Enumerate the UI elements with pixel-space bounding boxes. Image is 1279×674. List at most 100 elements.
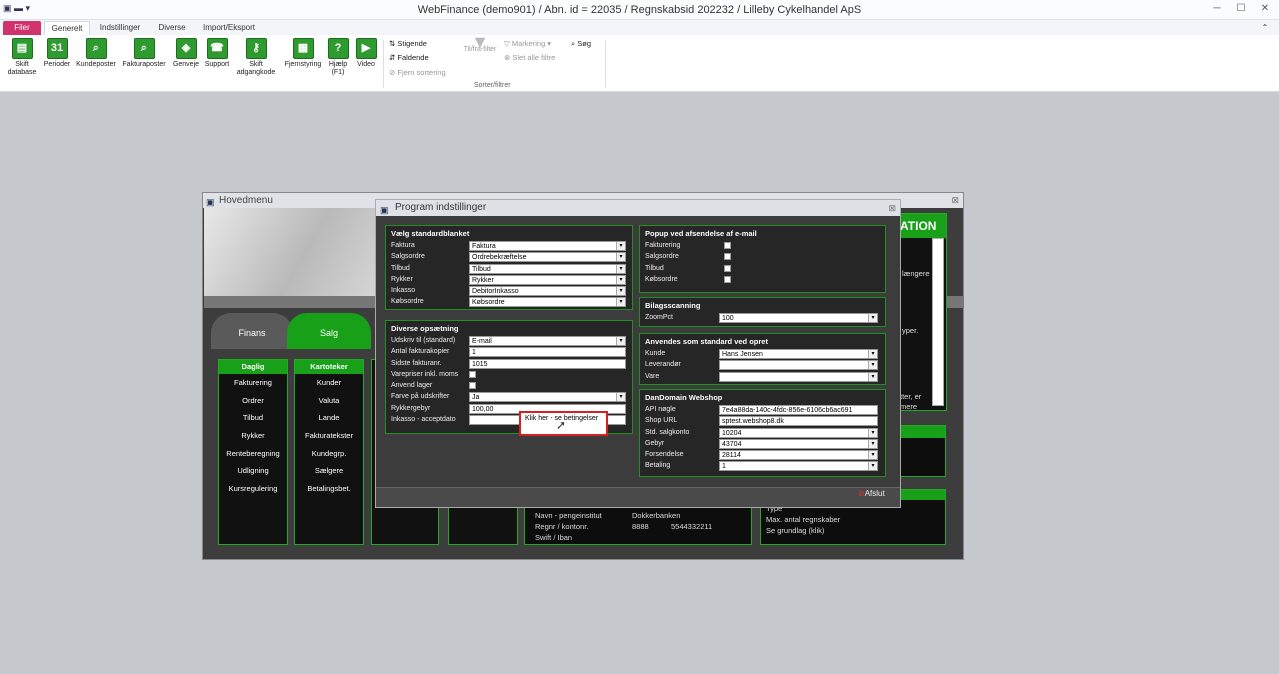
- invoice-search-icon: ⌕: [133, 38, 155, 59]
- dandomain-field[interactable]: 28114 ▾: [719, 450, 878, 461]
- field-label: Shop URL: [645, 417, 678, 425]
- dandomain-field[interactable]: 7e4a88da-140c-4fdc-856e-6106cb6ac691: [719, 405, 878, 415]
- field-label: Købsordre: [391, 298, 424, 306]
- ribbon-button-5[interactable]: ☎ Support: [201, 38, 233, 69]
- ribbon-button-6[interactable]: ⚷ Skift adgangkode: [232, 38, 280, 77]
- kopier-input[interactable]: 1: [469, 347, 626, 358]
- menu-item[interactable]: Tilbud: [219, 409, 287, 427]
- exit-icon: ⊘: [858, 489, 865, 498]
- menu-item[interactable]: Kundegrp.: [295, 445, 363, 463]
- tab-import-eksport[interactable]: Import/Eksport: [198, 21, 260, 35]
- clear-filters-button[interactable]: ⊗ Slet alle filtre: [504, 53, 555, 62]
- popup-group: Popup ved afsendelse af e-mail Faktureri…: [639, 225, 886, 293]
- field-label: Faktura: [391, 242, 415, 249]
- field-label: API nøgle: [645, 406, 676, 413]
- settings-dialog-titlebar: ▣ Program indstillinger ⊠: [376, 200, 900, 216]
- header-photo: [204, 208, 384, 296]
- blanket-select[interactable]: Købsordre ▾: [469, 297, 626, 308]
- sort-ascending-button[interactable]: ⇅ Stigende: [389, 39, 427, 48]
- tab-finans[interactable]: Finans: [211, 313, 293, 349]
- ribbon-button-3[interactable]: ⌕ Fakturaposter: [120, 38, 168, 69]
- menu-item[interactable]: Udligning: [219, 462, 287, 480]
- remote-icon: ▦: [292, 38, 314, 59]
- afslut-button[interactable]: ⊘Afslut: [858, 489, 885, 498]
- close-button[interactable]: ✕: [1254, 1, 1276, 17]
- blanket-select[interactable]: DebitorInkasso ▾: [469, 286, 626, 297]
- ribbon-button-2[interactable]: ⌕ Kundeposter: [74, 38, 118, 69]
- popup-checkbox[interactable]: [724, 275, 731, 283]
- leverandor-select[interactable]: ▾: [719, 360, 878, 371]
- blanket-select[interactable]: Rykker ▾: [469, 274, 626, 285]
- farve-select[interactable]: Ja ▾: [469, 392, 626, 403]
- dialog-close-icon[interactable]: ⊠: [888, 200, 896, 216]
- tab-salg[interactable]: Salg: [287, 313, 371, 349]
- calendar-icon: 31: [46, 38, 68, 59]
- field-label: Rykker: [391, 275, 413, 283]
- dandomain-field[interactable]: 1 ▾: [719, 461, 878, 472]
- vare-select[interactable]: ▾: [719, 371, 878, 382]
- ribbon-button-label: Fjernstyring: [284, 61, 322, 68]
- menu-item[interactable]: Valuta: [295, 392, 363, 410]
- tab-diverse[interactable]: Diverse: [152, 21, 192, 35]
- popup-checkbox[interactable]: [724, 253, 731, 261]
- tab-generelt[interactable]: Generelt: [44, 21, 90, 35]
- menu-item[interactable]: Fakturatekster: [295, 427, 363, 445]
- varepriser-checkbox[interactable]: [469, 370, 476, 378]
- menu-item[interactable]: Fakturering: [219, 374, 287, 392]
- toggle-filter-button[interactable]: ▼ Til/fra-filter: [458, 33, 502, 54]
- help-icon: ?: [327, 38, 349, 59]
- selection-button[interactable]: ▽ Markering ▾: [504, 39, 551, 48]
- field-label: Gebyr: [645, 439, 665, 447]
- remove-sort-button[interactable]: ⊘ Fjern sortering: [389, 68, 446, 77]
- phone-icon: ☎: [206, 38, 228, 59]
- info-scrollbar[interactable]: [932, 238, 944, 406]
- menu-item[interactable]: Kunder: [295, 374, 363, 392]
- hovedmenu-close-icon[interactable]: ⊠: [951, 193, 959, 208]
- tab-indstillinger[interactable]: Indstillinger: [95, 21, 145, 35]
- menu-item[interactable]: Lande: [295, 409, 363, 427]
- binoculars-icon: ⌕: [571, 39, 576, 48]
- dialog-icon: ▣: [380, 205, 389, 215]
- kunde-select[interactable]: Hans Jensen ▾: [719, 349, 878, 359]
- minimize-button[interactable]: ─: [1206, 1, 1228, 17]
- sort-descending-button[interactable]: ⇵ Faldende: [389, 53, 429, 62]
- dandomain-field[interactable]: 43704 ▾: [719, 438, 878, 449]
- blanket-select[interactable]: Tilbud ▾: [469, 263, 626, 274]
- ribbon-collapse-icon[interactable]: ⌃: [1258, 21, 1272, 35]
- field-label: Std. salgkonto: [645, 428, 690, 436]
- blanket-select[interactable]: Ordrebekræftelse ▾: [469, 252, 626, 263]
- bilagsscanning-group: Bilagsscanning ZoomPct 100 ▾: [639, 297, 886, 327]
- lager-checkbox[interactable]: [469, 382, 476, 390]
- menu-item[interactable]: Renteberegning: [219, 445, 287, 463]
- sidste-fakturanr-input[interactable]: 1015: [469, 358, 626, 369]
- menu-item[interactable]: Betalingsbet.: [295, 480, 363, 498]
- ribbon-button-label: Kundeposter: [76, 61, 116, 68]
- popup-checkbox[interactable]: ✓: [724, 242, 731, 249]
- ribbon-button-label: Video: [357, 61, 375, 68]
- maximize-button[interactable]: ☐: [1230, 1, 1252, 17]
- blanket-select[interactable]: Faktura ▾: [469, 241, 626, 251]
- field-label: Forsendelse: [645, 451, 684, 459]
- ribbon-button-0[interactable]: ▤ Skift database: [4, 38, 40, 77]
- popup-checkbox[interactable]: [724, 264, 731, 272]
- key-icon: ⚷: [245, 38, 267, 59]
- ribbon-button-8[interactable]: ? Hjælp (F1): [325, 38, 351, 77]
- menu-item[interactable]: Rykker: [219, 427, 287, 445]
- ribbon-button-7[interactable]: ▦ Fjernstyring: [282, 38, 324, 69]
- menu-item[interactable]: Sælgere: [295, 462, 363, 480]
- dandomain-field[interactable]: sptest.webshop8.dk: [719, 416, 878, 427]
- ribbon-button-9[interactable]: ▶ Video: [353, 38, 379, 69]
- title-bar: ▣ ▬ ▾ WebFinance (demo901) / Abn. id = 2…: [0, 0, 1279, 20]
- udskriv-select[interactable]: E-mail ▾: [469, 336, 626, 346]
- ribbon-button-label: Genveje: [172, 61, 200, 68]
- tab-filer[interactable]: Filer: [3, 21, 41, 35]
- dandomain-field[interactable]: 10204 ▾: [719, 427, 878, 438]
- zoompct-select[interactable]: 100 ▾: [719, 313, 878, 323]
- ribbon-button-4[interactable]: ◈ Genveje: [170, 38, 202, 69]
- ribbon-tabs: Filer Generelt Indstillinger Diverse Imp…: [0, 20, 1279, 35]
- field-label: Købsordre: [645, 275, 678, 283]
- search-button[interactable]: ⌕ Søg: [571, 39, 591, 49]
- ribbon-button-1[interactable]: 31 Perioder: [41, 38, 73, 69]
- menu-item[interactable]: Ordrer: [219, 392, 287, 410]
- menu-item[interactable]: Kursregulering: [219, 480, 287, 498]
